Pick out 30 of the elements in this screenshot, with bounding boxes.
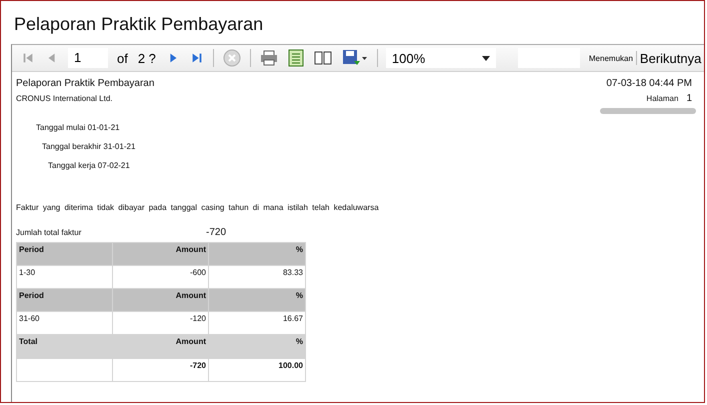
zoom-dropdown[interactable]: 100% [386,48,496,68]
timestamp: 07-03-18 04:44 PM [606,78,692,89]
page-number-field[interactable]: 1 [68,48,108,68]
table-cell: Amount [112,242,208,266]
next-link[interactable]: Berikutnya [640,50,702,66]
table-cell: % [208,242,306,266]
page-number: 1 [686,93,692,104]
table-cell: 100.00 [208,358,306,382]
table-cell: Amount [112,334,208,358]
page-label: Halaman [646,94,678,103]
description-text: Faktur yang diterima tidak dibayar pada tanggal casing tahun di mana istilah telah kedaluwarsa [16,203,380,212]
table-cell: Period [16,288,112,312]
table-cell: % [208,334,306,358]
parameter-text: Tanggal berakhir 31-01-21 [41,141,136,153]
find-link[interactable]: Menemukan [582,54,633,62]
total-value: -720 [206,226,226,238]
report-title: Pelaporan Praktik Pembayaran [16,78,154,89]
window-title: Pelaporan Praktik Pembayaran [13,13,264,36]
table-cell: Period [16,242,112,266]
of-label: of [117,50,128,66]
caret-icon [482,56,490,60]
table-cell: Total [16,334,112,358]
total-label: Jumlah total faktur [16,228,82,236]
table-cell: -720 [112,358,208,382]
company-name: CRONUS International Ltd. [16,94,114,103]
parameter-text: Tanggal kerja 07-02-21 [47,160,131,172]
page-count: 2 ? [138,50,156,66]
table-cell: Amount [112,288,208,312]
table-cell: % [208,288,306,312]
parameter-text: Tanggal mulai 01-01-21 [35,122,121,134]
